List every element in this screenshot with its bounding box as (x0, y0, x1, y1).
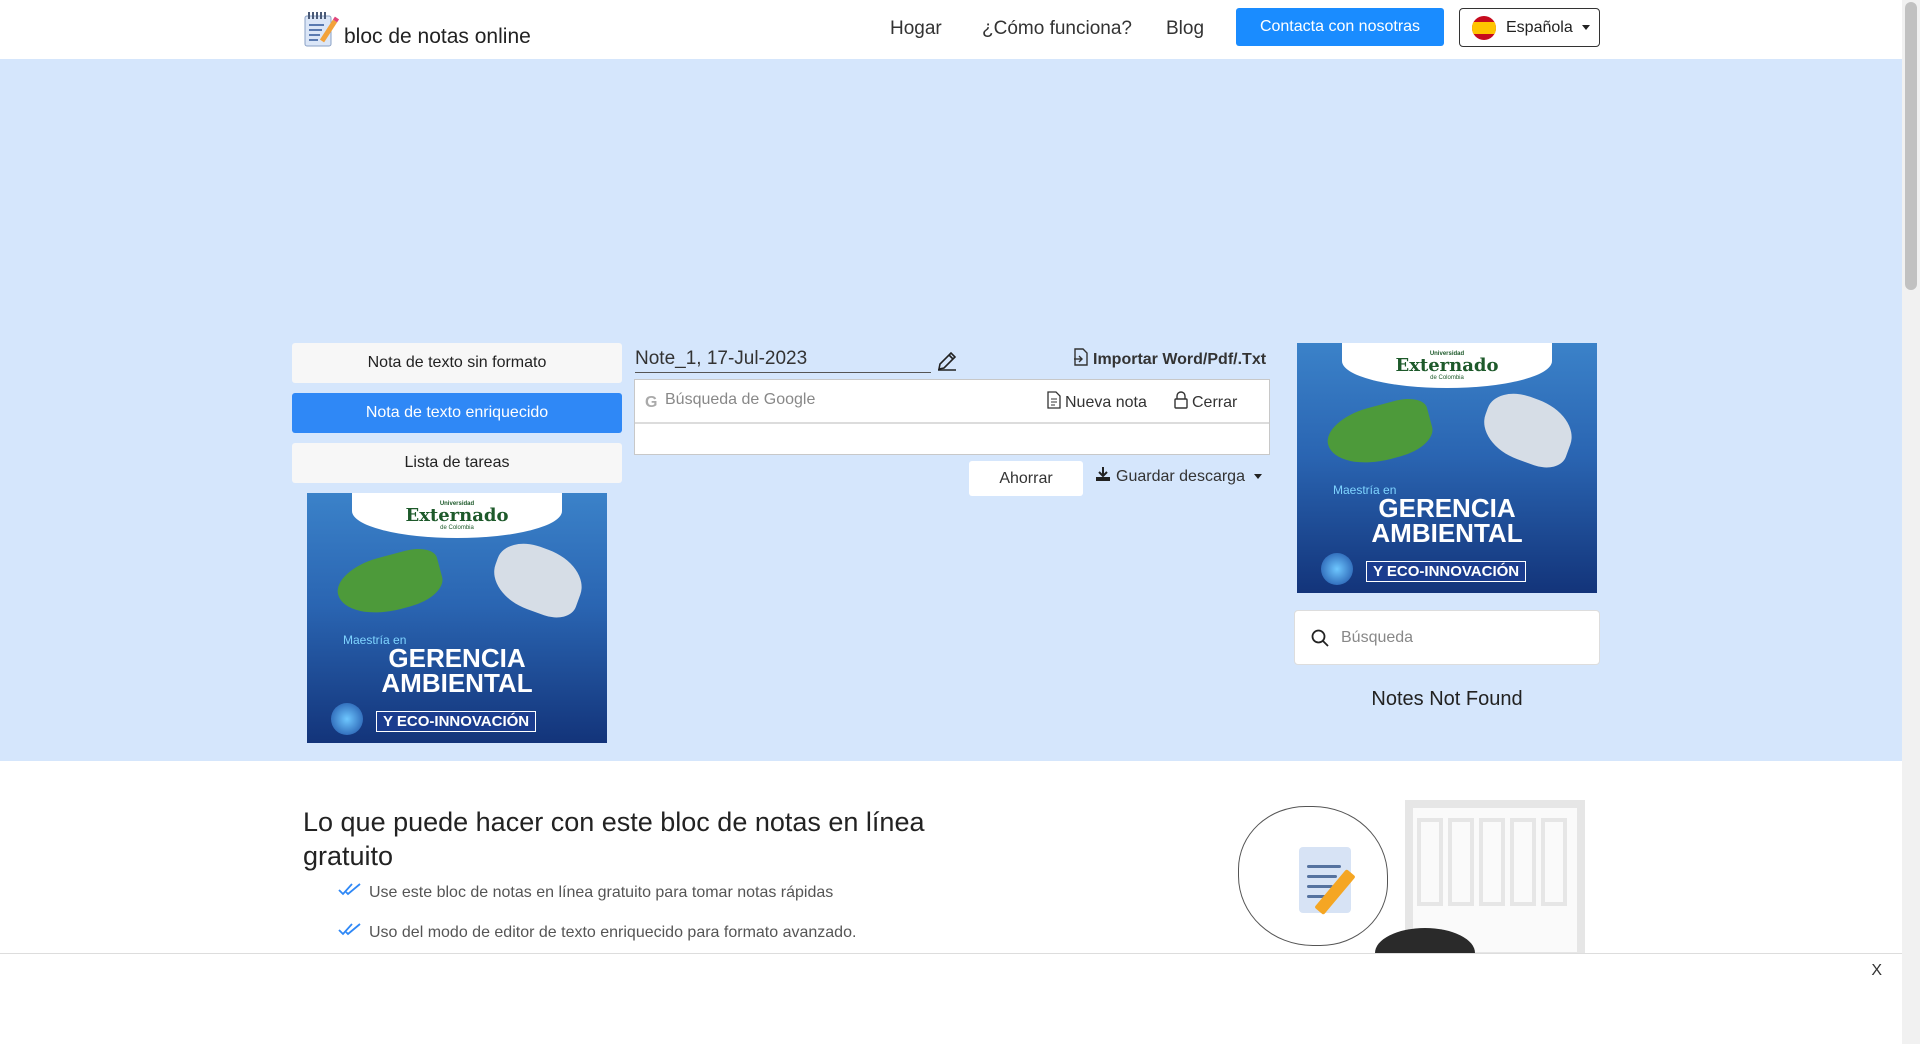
lock-button[interactable]: Cerrar (1174, 391, 1237, 414)
download-dropdown[interactable]: Guardar descarga (1095, 466, 1262, 487)
ad-program-line1: GERENCIA (388, 642, 526, 673)
ad-green-hand-image (331, 542, 448, 624)
editor-toolbar: G Búsqueda de Google Nueva nota Cerrar (635, 380, 1269, 424)
ad-university-header: Universidad Externado de Colombia (352, 493, 562, 538)
chevron-down-icon (1253, 474, 1262, 479)
new-note-label: Nueva nota (1065, 393, 1147, 411)
ad-university-name: Externado (405, 504, 509, 526)
page-scrollbar[interactable] (1902, 0, 1920, 1044)
chevron-down-icon (1581, 25, 1590, 30)
rich-text-editor[interactable]: G Búsqueda de Google Nueva nota Cerrar (634, 379, 1270, 455)
notes-search-box (1294, 610, 1600, 665)
save-button[interactable]: Ahorrar (969, 461, 1083, 496)
rich-text-note-button[interactable]: Nota de texto enriquecido (292, 393, 622, 433)
ad-university-header: Universidad Externado de Colombia (1342, 343, 1552, 388)
brand-link[interactable]: bloc de notas online (302, 9, 531, 49)
notepad-pencil-icon (302, 9, 340, 49)
note-title-field[interactable]: Note_1, 17-Jul-2023 (635, 346, 931, 373)
ad-program-line3: Y ECO-INNOVACIÓN (376, 710, 537, 732)
nav-link-blog[interactable]: Blog (1166, 18, 1204, 40)
new-note-button[interactable]: Nueva nota (1047, 391, 1147, 414)
feature-text: Use este bloc de notas en línea gratuito… (369, 883, 834, 901)
nav-link-home[interactable]: Hogar (890, 18, 942, 40)
ad-university-name: Externado (1395, 354, 1499, 376)
ad-globe-icon (1321, 553, 1353, 585)
google-icon: G (645, 394, 658, 411)
download-icon (1095, 466, 1111, 487)
ad-globe-icon (331, 703, 363, 735)
ad-robot-hand-image (485, 534, 591, 625)
google-search-input[interactable]: Búsqueda de Google (665, 391, 815, 409)
ad-program-line2: AMBIENTAL (1371, 517, 1523, 548)
download-label: Guardar descarga (1116, 467, 1245, 485)
double-check-icon (338, 923, 362, 942)
brand-name: bloc de notas online (344, 25, 531, 48)
new-document-icon (1047, 391, 1061, 414)
ad-program-line1: GERENCIA (1378, 492, 1516, 523)
todo-list-button[interactable]: Lista de tareas (292, 443, 622, 483)
ad-program-line2: AMBIENTAL (381, 667, 533, 698)
notes-search-input[interactable] (1339, 625, 1579, 651)
ad-program-title: GERENCIA AMBIENTAL (1327, 492, 1567, 548)
close-ad-button[interactable]: X (1871, 962, 1882, 980)
notepad-illustration (1230, 800, 1590, 978)
language-label: Española (1506, 18, 1573, 36)
features-heading: Lo que puede hacer con este bloc de nota… (303, 807, 925, 871)
ad-program-line3: Y ECO-INNOVACIÓN (1366, 560, 1527, 582)
ad-green-hand-image (1321, 392, 1438, 474)
scrollbar-thumb[interactable] (1905, 2, 1917, 290)
nav-link-how-it-works[interactable]: ¿Cómo funciona? (982, 18, 1132, 40)
ad-university-sub: de Colombia (1430, 374, 1464, 381)
spain-flag-icon (1472, 15, 1496, 40)
ad-program-title: GERENCIA AMBIENTAL (337, 642, 577, 698)
left-ad-banner[interactable]: Universidad Externado de Colombia Maestr… (307, 493, 607, 743)
import-file-link[interactable]: Importar Word/Pdf/.Txt (1073, 348, 1266, 371)
feature-text: Uso del modo de editor de texto enriquec… (369, 923, 857, 941)
lock-icon (1174, 391, 1188, 414)
lock-label: Cerrar (1192, 393, 1238, 411)
feature-item: Use este bloc de notas en línea gratuito… (338, 883, 833, 902)
notes-empty-message: Notes Not Found (1371, 688, 1523, 710)
plain-text-note-button[interactable]: Nota de texto sin formato (292, 343, 622, 383)
right-ad-banner[interactable]: Universidad Externado de Colombia Maestr… (1297, 343, 1597, 593)
ad-university-sub: de Colombia (440, 524, 474, 531)
bottom-ad-bar: X (0, 953, 1902, 1044)
feature-item: Uso del modo de editor de texto enriquec… (338, 923, 856, 942)
file-import-icon (1073, 348, 1089, 371)
import-label: Importar Word/Pdf/.Txt (1093, 350, 1267, 368)
language-dropdown[interactable]: Española (1459, 8, 1600, 47)
ad-robot-hand-image (1475, 384, 1581, 475)
double-check-icon (338, 883, 362, 902)
edit-pencil-icon[interactable] (936, 350, 958, 372)
search-icon (1311, 629, 1329, 652)
contact-button[interactable]: Contacta con nosotras (1236, 8, 1444, 46)
top-navbar: bloc de notas online Hogar ¿Cómo funcion… (0, 0, 1902, 59)
cloud-illustration (1238, 806, 1388, 946)
